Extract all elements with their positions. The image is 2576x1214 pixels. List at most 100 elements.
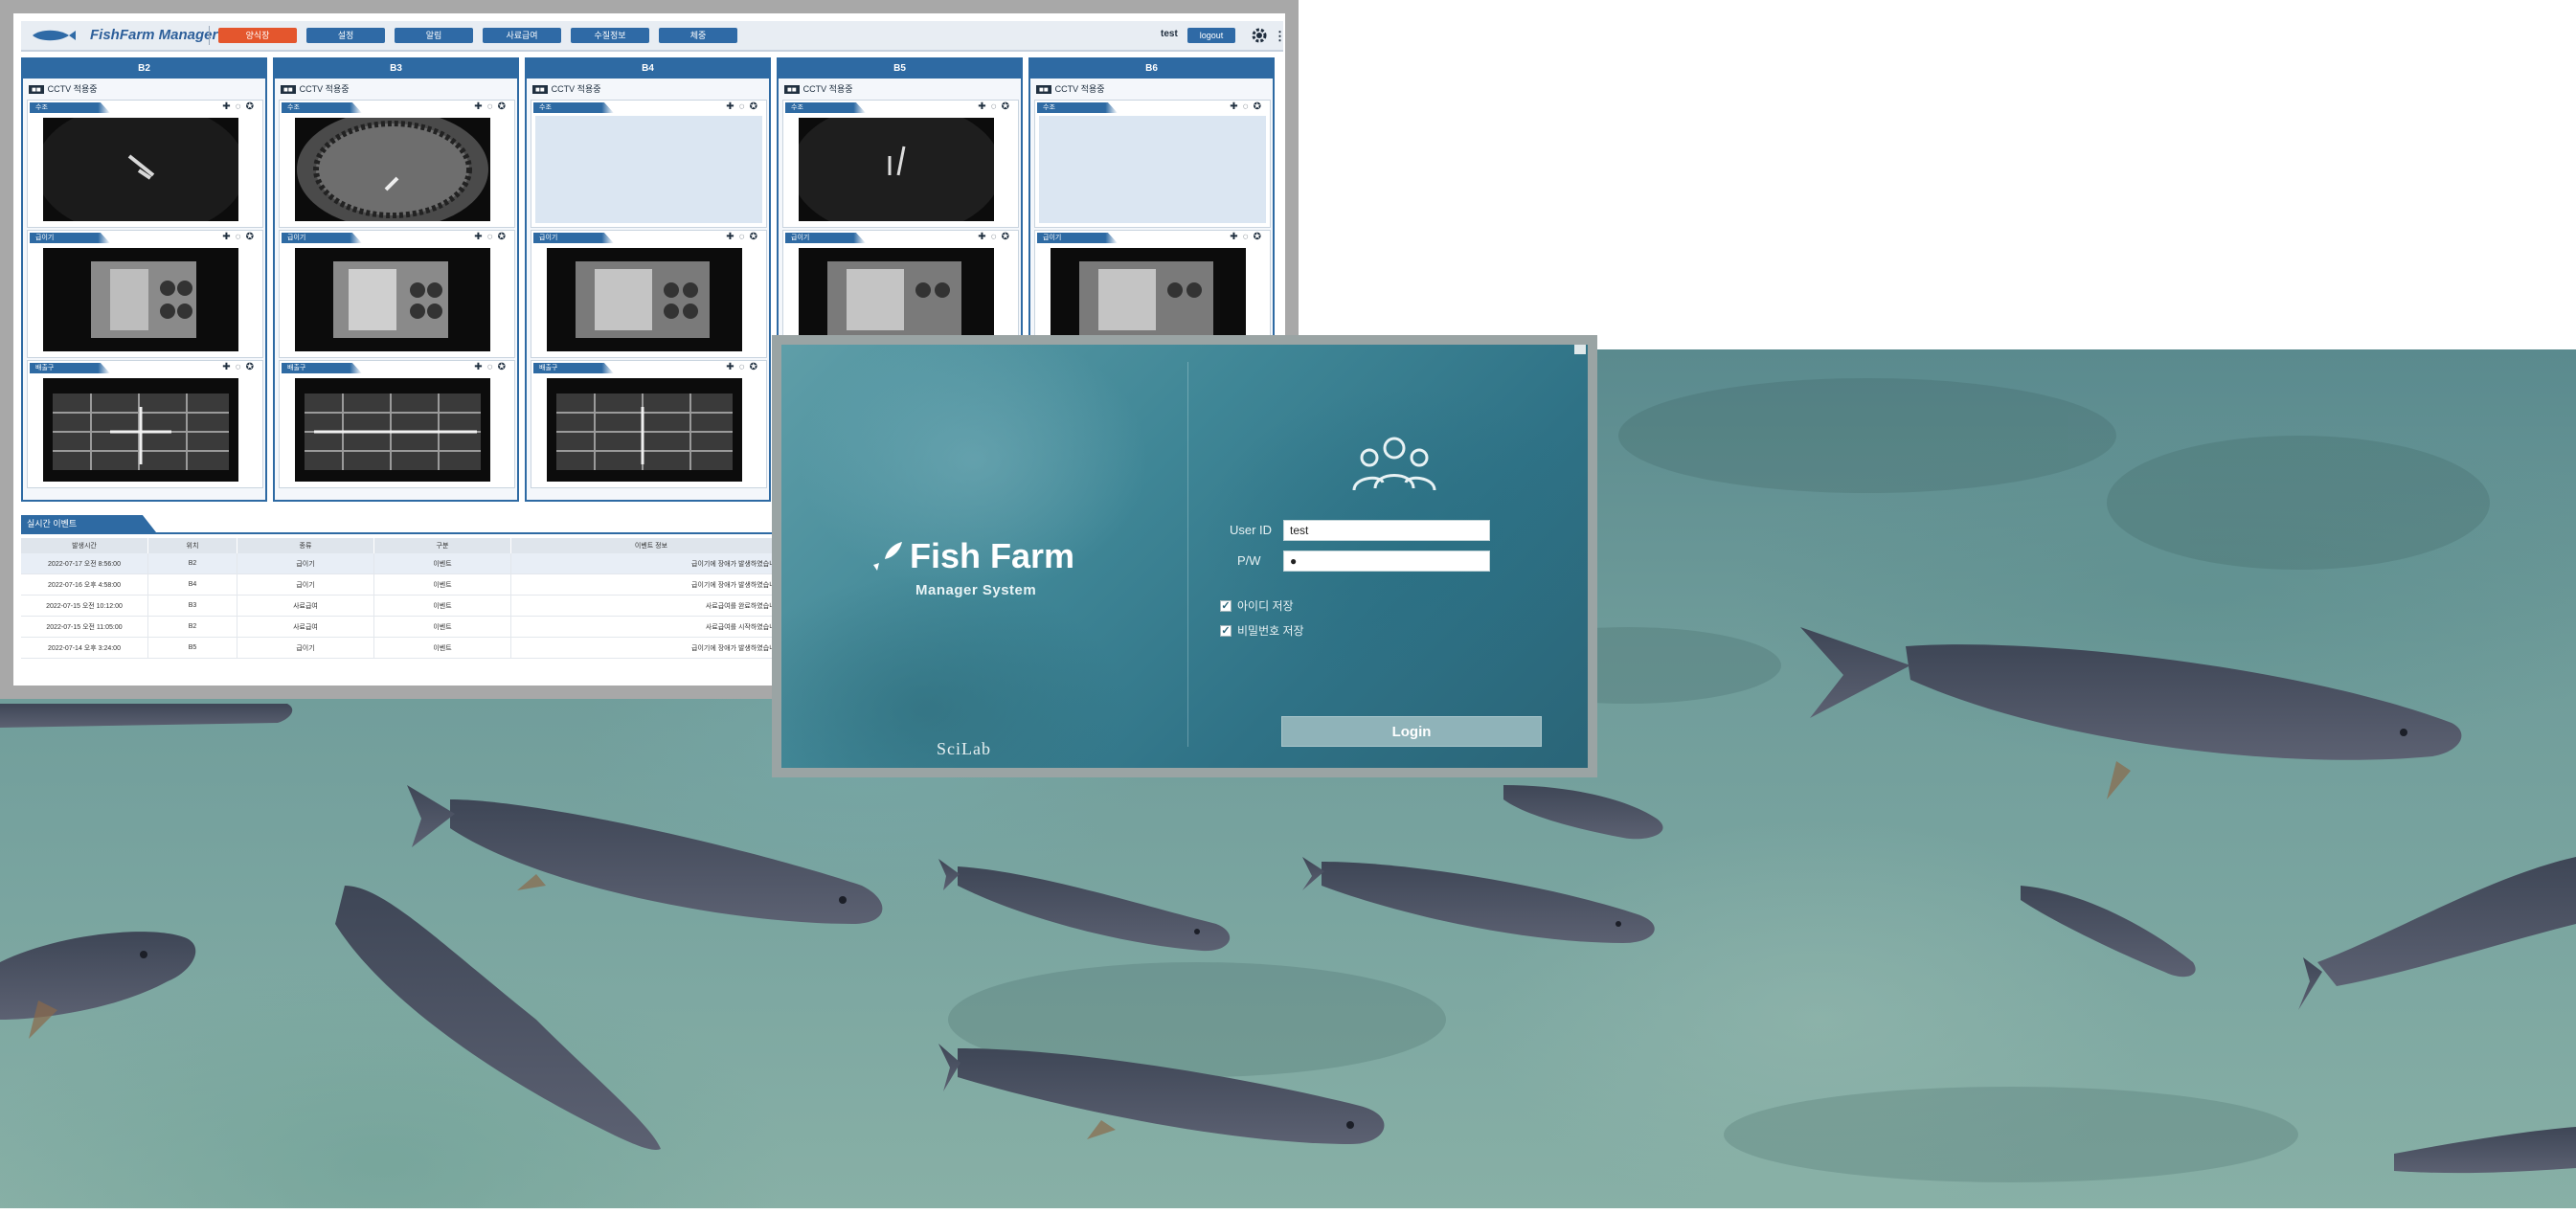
feed-controls[interactable]: ✚◌✪: [222, 101, 259, 112]
column-title: B4: [527, 59, 769, 79]
feed-tag: 급이기: [1037, 233, 1118, 243]
cctv-status: ■■ CCTV 적용중: [532, 82, 601, 95]
col-header-time[interactable]: 발생시간: [21, 538, 148, 553]
camera-feed-tank[interactable]: 수조 ✚◌✪: [27, 100, 263, 228]
camera-feed-tank[interactable]: 수조 ✚◌✪: [279, 100, 515, 228]
col-header-category[interactable]: 구분: [373, 538, 511, 553]
remember-pw-checkbox[interactable]: ✓: [1220, 624, 1232, 637]
feed-controls[interactable]: ✚◌✪: [474, 362, 510, 372]
feed-tag: 배출구: [30, 363, 110, 373]
camera-feed-feeder[interactable]: 급이기 ✚◌✪: [531, 230, 767, 358]
cctv-status: ■■ CCTV 적용중: [784, 82, 853, 95]
camera-feed-feeder[interactable]: 급이기 ✚◌✪: [279, 230, 515, 358]
current-user: test: [1161, 29, 1178, 39]
nav-button-farm[interactable]: 양식장: [218, 28, 297, 43]
brand-logo: Fish Farm: [871, 536, 1074, 576]
col-header-location[interactable]: 위치: [147, 538, 237, 553]
title-separator: [209, 26, 210, 45]
outlet-camera-image: [53, 393, 229, 470]
table-row[interactable]: 2022-07-15 오전 11:05:00 B2 사료급여 이벤트 사료급여를…: [21, 616, 792, 638]
feed-controls[interactable]: ✚◌✪: [1230, 232, 1266, 242]
cell-category: 이벤트: [373, 616, 511, 638]
feed-controls[interactable]: ✚◌✪: [474, 101, 510, 112]
feed-tag: 배출구: [533, 363, 614, 373]
more-menu-icon[interactable]: ⋮: [1274, 29, 1286, 44]
table-row[interactable]: 2022-07-14 오후 3:24:00 B5 급이기 이벤트 급이기에 장애…: [21, 637, 792, 659]
column-title: B2: [23, 59, 265, 79]
camera-view: [547, 378, 742, 482]
camera-view: [43, 248, 238, 351]
login-button[interactable]: Login: [1281, 716, 1542, 747]
feeder-camera-image: [91, 261, 196, 338]
cell-location: B5: [147, 637, 237, 659]
column-title: B3: [275, 59, 517, 79]
table-row[interactable]: 2022-07-16 오후 4:58:00 B4 급이기 이벤트 급이기에 장애…: [21, 573, 792, 596]
cell-time: 2022-07-16 오후 4:58:00: [21, 573, 148, 596]
feed-controls[interactable]: ✚◌✪: [726, 362, 762, 372]
cell-time: 2022-07-15 오전 10:12:00: [21, 595, 148, 617]
camera-view: [295, 118, 490, 221]
feed-controls[interactable]: ✚◌✪: [222, 362, 259, 372]
remember-id-row[interactable]: ✓ 아이디 저장: [1220, 597, 1294, 614]
feed-tag: 수조: [785, 102, 866, 113]
password-input[interactable]: ●: [1283, 551, 1490, 572]
camera-feed-tank[interactable]: 수조 ✚◌✪: [1034, 100, 1271, 228]
camera-feed-tank[interactable]: 수조 ✚◌✪: [531, 100, 767, 228]
cell-info: 사료급여를 시작하였습니다.: [510, 616, 792, 638]
remember-pw-row[interactable]: ✓ 비밀번호 저장: [1220, 622, 1304, 639]
feed-controls[interactable]: ✚◌✪: [474, 232, 510, 242]
camera-feed-outlet[interactable]: 배출구 ✚◌✪: [531, 360, 767, 488]
brand-subtitle: Manager System: [915, 582, 1037, 598]
feed-controls[interactable]: ✚◌✪: [978, 232, 1014, 242]
outlet-camera-image: [556, 393, 733, 470]
camera-view: [43, 118, 238, 221]
camera-feed-tank[interactable]: 수조 ✚◌✪: [782, 100, 1019, 228]
camera-view-empty: [1039, 116, 1266, 223]
camera-feed-outlet[interactable]: 배출구 ✚◌✪: [279, 360, 515, 488]
camera-view: [799, 118, 994, 221]
cctv-badge: ■■: [532, 85, 548, 94]
table-row[interactable]: 2022-07-15 오전 10:12:00 B3 사료급여 이벤트 사료급여를…: [21, 595, 792, 617]
feed-controls[interactable]: ✚◌✪: [1230, 101, 1266, 112]
events-tab[interactable]: 실시간 이벤트: [21, 515, 156, 532]
user-id-input[interactable]: test: [1283, 520, 1490, 541]
fish-logo-icon: [33, 30, 76, 41]
camera-view: [295, 248, 490, 351]
feed-controls[interactable]: ✚◌✪: [222, 232, 259, 242]
cell-location: B3: [147, 595, 237, 617]
camera-feed-outlet[interactable]: 배출구 ✚◌✪: [27, 360, 263, 488]
camera-view: [295, 378, 490, 482]
camera-view-empty: [535, 116, 762, 223]
col-header-type[interactable]: 종류: [237, 538, 374, 553]
nav-button-settings[interactable]: 설정: [306, 28, 385, 43]
cell-location: B4: [147, 573, 237, 596]
cctv-column-b2: B2 ■■ CCTV 적용중 수조 ✚◌✪ 급이기 ✚◌✪ 배출구 ✚◌✪: [21, 57, 267, 502]
feed-tag: 급이기: [30, 233, 110, 243]
table-row[interactable]: 2022-07-17 오전 8:56:00 B2 급이기 이벤트 급이기에 장애…: [21, 553, 792, 574]
logout-button[interactable]: logout: [1187, 28, 1235, 43]
brand-name: Fish Farm: [910, 536, 1075, 575]
gear-icon[interactable]: [1251, 27, 1268, 44]
cctv-badge: ■■: [29, 85, 44, 94]
users-icon: [1352, 437, 1436, 491]
feed-controls[interactable]: ✚◌✪: [726, 232, 762, 242]
nav-button-feeding[interactable]: 사료급여: [483, 28, 561, 43]
feed-controls[interactable]: ✚◌✪: [726, 101, 762, 112]
nav-button-alerts[interactable]: 알림: [395, 28, 473, 43]
fish-icon: [873, 542, 902, 571]
events-table: 발생시간 위치 종류 구분 이벤트 정보 2022-07-17 오전 8:56:…: [21, 538, 792, 659]
remember-id-checkbox[interactable]: ✓: [1220, 599, 1232, 612]
cell-location: B2: [147, 553, 237, 574]
password-label: P/W: [1237, 553, 1261, 568]
col-header-info[interactable]: 이벤트 정보: [510, 538, 792, 553]
nav-button-weight[interactable]: 체중: [659, 28, 737, 43]
close-icon[interactable]: [1574, 345, 1586, 354]
cctv-status: ■■ CCTV 적용중: [281, 82, 350, 95]
feed-controls[interactable]: ✚◌✪: [978, 101, 1014, 112]
camera-feed-feeder[interactable]: 급이기 ✚◌✪: [27, 230, 263, 358]
dashboard-top-bar: FishFarm Manager 양식장 설정 알림 사료급여 수질정보 체중 …: [21, 21, 1286, 52]
nav-button-water-quality[interactable]: 수질정보: [571, 28, 649, 43]
cell-category: 이벤트: [373, 595, 511, 617]
company-logo: SciLab: [937, 739, 991, 758]
cell-time: 2022-07-17 오전 8:56:00: [21, 553, 148, 574]
